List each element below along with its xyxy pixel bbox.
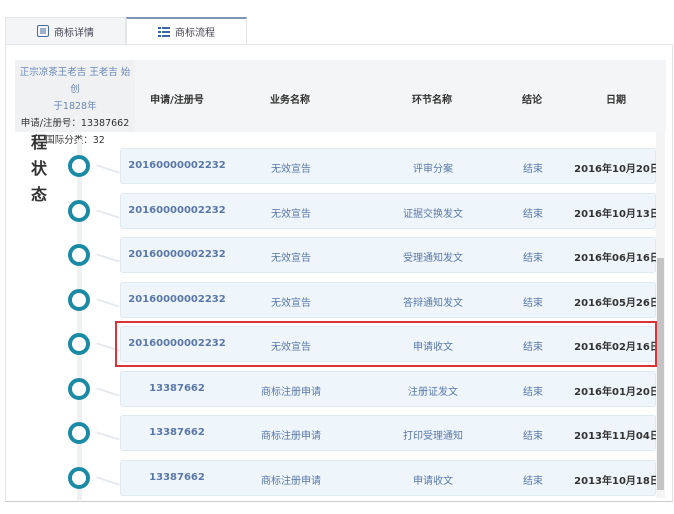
timeline-node-icon (68, 333, 90, 355)
timeline-node-icon (68, 199, 90, 222)
trademark-title[interactable]: 正宗凉茶王老吉 王老吉 始创 (15, 64, 135, 98)
header-step: 环节名称 (412, 95, 452, 106)
tab-trademark-process[interactable]: 商标流程 (126, 17, 247, 44)
cell-step: 申请收文 (413, 475, 453, 487)
cell-conclusion: 结束 (523, 297, 543, 309)
cell-date: 2016年01月20日 (574, 386, 660, 398)
header-date: 日期 (606, 95, 626, 106)
cell-step: 受理通知发文 (403, 253, 463, 264)
cell-date: 2016年05月26日 (574, 297, 660, 309)
cell-date: 2016年10月20日 (574, 164, 660, 175)
trademark-title-2[interactable]: 于1828年 (15, 98, 135, 115)
table-header: 申请/注册号 业务名称 环节名称 结论 日期 (135, 60, 666, 132)
table-row[interactable]: 13387662 商标注册申请 打印受理通知 结束 2013年11月04日 (120, 415, 660, 451)
document-icon (37, 25, 49, 37)
header-reg-no: 申请/注册号 (150, 95, 204, 106)
cell-reg-no: 20160000002232 (128, 160, 226, 171)
cell-reg-no: 13387662 (149, 427, 205, 438)
tab-label: 商标详情 (54, 27, 94, 39)
cell-date: 2013年11月04日 (574, 431, 660, 442)
highlight-box (115, 321, 657, 367)
timeline-node-icon (68, 377, 90, 400)
cell-conclusion: 结束 (523, 475, 543, 487)
cell-step: 答辩通知发文 (403, 297, 463, 309)
timeline-node-icon (68, 422, 90, 444)
trademark-info: 正宗凉茶王老吉 王老吉 始创 于1828年 申请/注册号：13387662 国际… (15, 60, 135, 146)
header-business: 业务名称 (270, 95, 310, 106)
table-row[interactable]: 20160000002232 无效宣告 证据交换发文 结束 2016年10月13日 (120, 192, 660, 229)
cell-business: 无效宣告 (271, 297, 311, 309)
cell-reg-no: 20160000002232 (128, 204, 226, 216)
timeline-node-icon (68, 288, 90, 311)
side-label: 程 状 态 (31, 130, 51, 208)
cell-reg-no: 20160000002232 (128, 293, 226, 305)
timeline-node-icon (68, 466, 90, 489)
side-char: 程 (31, 133, 48, 152)
cell-step: 打印受理通知 (403, 431, 463, 442)
list-icon (158, 26, 170, 37)
timeline-line (77, 140, 82, 500)
cell-business: 无效宣告 (271, 164, 311, 175)
table-row[interactable]: 13387662 商标注册申请 申请收文 结束 2013年10月18日 (120, 459, 660, 496)
side-char: 状 (31, 159, 48, 178)
side-char: 态 (31, 185, 48, 204)
cell-business: 无效宣告 (271, 208, 311, 220)
table-row[interactable]: 20160000002232 无效宣告 受理通知发文 结束 2016年06月16日 (120, 237, 660, 273)
cell-step: 注册证发文 (408, 386, 458, 398)
timeline-node-icon (68, 155, 90, 177)
cell-conclusion: 结束 (523, 386, 543, 398)
cell-conclusion: 结束 (523, 208, 543, 220)
header-conclusion: 结论 (522, 95, 542, 106)
cell-reg-no: 13387662 (149, 382, 205, 394)
tab-trademark-details[interactable]: 商标详情 (5, 17, 126, 44)
cell-date: 2013年10月18日 (574, 475, 660, 487)
cell-reg-no: 13387662 (149, 471, 205, 483)
cell-step: 证据交换发文 (403, 208, 463, 220)
table-row[interactable]: 20160000002232 无效宣告 答辩通知发文 结束 2016年05月26日 (120, 281, 660, 318)
tab-label: 商标流程 (175, 28, 215, 39)
cell-reg-no: 20160000002232 (128, 249, 226, 260)
table-row[interactable]: 20160000002232 无效宣告 评审分案 结束 2016年10月20日 (120, 148, 660, 184)
table-row[interactable]: 13387662 商标注册申请 注册证发文 结束 2016年01月20日 (120, 370, 660, 407)
cell-date: 2016年06月16日 (574, 253, 660, 264)
cell-conclusion: 结束 (523, 431, 543, 442)
cell-step: 评审分案 (413, 164, 453, 175)
cell-date: 2016年10月13日 (574, 208, 660, 220)
cell-conclusion: 结束 (523, 164, 543, 175)
cell-business: 商标注册申请 (261, 475, 321, 487)
cell-business: 商标注册申请 (261, 431, 321, 442)
tab-bar: 商标详情 商标流程 (5, 17, 247, 44)
timeline-node-icon (68, 244, 90, 266)
scrollbar-thumb[interactable] (657, 258, 664, 490)
cell-business: 无效宣告 (271, 253, 311, 264)
cell-business: 商标注册申请 (261, 386, 321, 398)
cell-conclusion: 结束 (523, 253, 543, 264)
